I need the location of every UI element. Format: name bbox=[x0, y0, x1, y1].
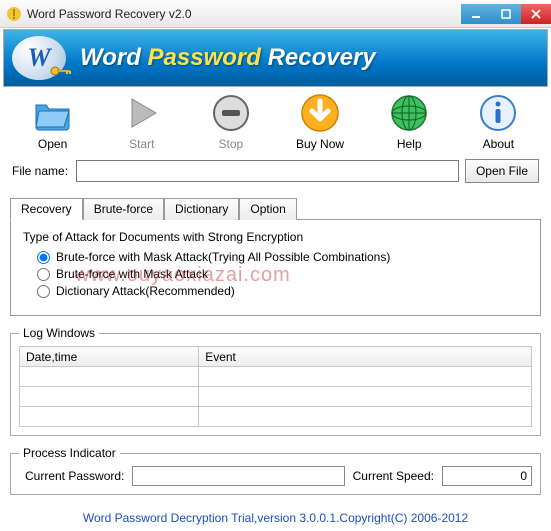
info-icon bbox=[476, 91, 520, 135]
log-col-event: Event bbox=[199, 347, 532, 367]
buy-now-button[interactable]: Buy Now bbox=[279, 91, 361, 151]
about-label: About bbox=[483, 137, 514, 151]
radio-dictionary-input[interactable] bbox=[37, 285, 50, 298]
word-logo-icon: W bbox=[12, 36, 66, 80]
banner-recovery: Recovery bbox=[268, 44, 376, 71]
banner-password: Password bbox=[148, 44, 268, 71]
radio-brute-force-mask[interactable]: Brute-force with Mask Attack bbox=[37, 267, 528, 281]
open-label: Open bbox=[38, 137, 67, 151]
about-button[interactable]: About bbox=[457, 91, 539, 151]
radio-brute-force-mask-label: Brute-force with Mask Attack bbox=[56, 267, 208, 281]
tab-dictionary[interactable]: Dictionary bbox=[164, 198, 239, 220]
tab-brute-force[interactable]: Brute-force bbox=[83, 198, 164, 220]
start-label: Start bbox=[129, 137, 154, 151]
file-name-label: File name: bbox=[12, 164, 68, 178]
titlebar: Word Password Recovery v2.0 bbox=[0, 0, 551, 28]
radio-brute-force-all-label: Brute-force with Mask Attack(Trying All … bbox=[56, 250, 390, 264]
open-file-button[interactable]: Open File bbox=[465, 159, 539, 183]
download-arrow-icon bbox=[298, 91, 342, 135]
radio-dictionary[interactable]: Dictionary Attack(Recommended) bbox=[37, 284, 528, 298]
file-name-input[interactable] bbox=[76, 160, 459, 182]
tab-option[interactable]: Option bbox=[239, 198, 296, 220]
radio-dictionary-label: Dictionary Attack(Recommended) bbox=[56, 284, 235, 298]
banner-text: Word Password Recovery bbox=[80, 44, 376, 72]
help-button[interactable]: Help bbox=[368, 91, 450, 151]
table-row bbox=[20, 407, 532, 427]
toolbar: Open Start Stop Buy Now Help About bbox=[0, 87, 551, 153]
tab-panel-recovery: Type of Attack for Documents with Strong… bbox=[10, 219, 541, 316]
tab-recovery[interactable]: Recovery bbox=[10, 198, 83, 220]
close-button[interactable] bbox=[521, 4, 551, 24]
attack-type-title: Type of Attack for Documents with Strong… bbox=[23, 230, 528, 244]
log-windows-group: Log Windows Date,time Event bbox=[10, 326, 541, 436]
start-button[interactable]: Start bbox=[101, 91, 183, 151]
buy-now-label: Buy Now bbox=[296, 137, 344, 151]
banner-word: Word bbox=[80, 44, 148, 71]
table-row bbox=[20, 387, 532, 407]
current-speed-label: Current Speed: bbox=[353, 469, 434, 483]
tab-strip: Recovery Brute-force Dictionary Option bbox=[10, 197, 541, 219]
maximize-button[interactable] bbox=[491, 4, 521, 24]
current-speed-value: 0 bbox=[442, 466, 532, 486]
globe-icon bbox=[387, 91, 431, 135]
folder-open-icon bbox=[31, 91, 75, 135]
log-col-date: Date,time bbox=[20, 347, 199, 367]
minimize-button[interactable] bbox=[461, 4, 491, 24]
play-icon bbox=[120, 91, 164, 135]
stop-label: Stop bbox=[219, 137, 244, 151]
current-password-label: Current Password: bbox=[25, 469, 124, 483]
file-row: File name: Open File bbox=[0, 153, 551, 189]
process-indicator-legend: Process Indicator bbox=[19, 446, 120, 460]
app-icon bbox=[6, 6, 22, 22]
table-row bbox=[20, 367, 532, 387]
banner: W Word Password Recovery bbox=[3, 29, 548, 87]
current-password-value bbox=[132, 466, 344, 486]
attack-options: www.ouyaoxiazai.com Brute-force with Mas… bbox=[37, 250, 528, 298]
radio-brute-force-all[interactable]: Brute-force with Mask Attack(Trying All … bbox=[37, 250, 528, 264]
radio-brute-force-all-input[interactable] bbox=[37, 251, 50, 264]
radio-brute-force-mask-input[interactable] bbox=[37, 268, 50, 281]
tabs: Recovery Brute-force Dictionary Option T… bbox=[10, 197, 541, 316]
help-label: Help bbox=[397, 137, 422, 151]
window-title: Word Password Recovery v2.0 bbox=[27, 7, 461, 21]
log-windows-legend: Log Windows bbox=[19, 326, 99, 340]
window-buttons bbox=[461, 4, 551, 24]
footer-text: Word Password Decryption Trial,version 3… bbox=[0, 501, 551, 531]
log-table: Date,time Event bbox=[19, 346, 532, 427]
stop-button[interactable]: Stop bbox=[190, 91, 272, 151]
process-indicator-group: Process Indicator Current Password: Curr… bbox=[10, 446, 541, 495]
stop-icon bbox=[209, 91, 253, 135]
open-button[interactable]: Open bbox=[12, 91, 94, 151]
